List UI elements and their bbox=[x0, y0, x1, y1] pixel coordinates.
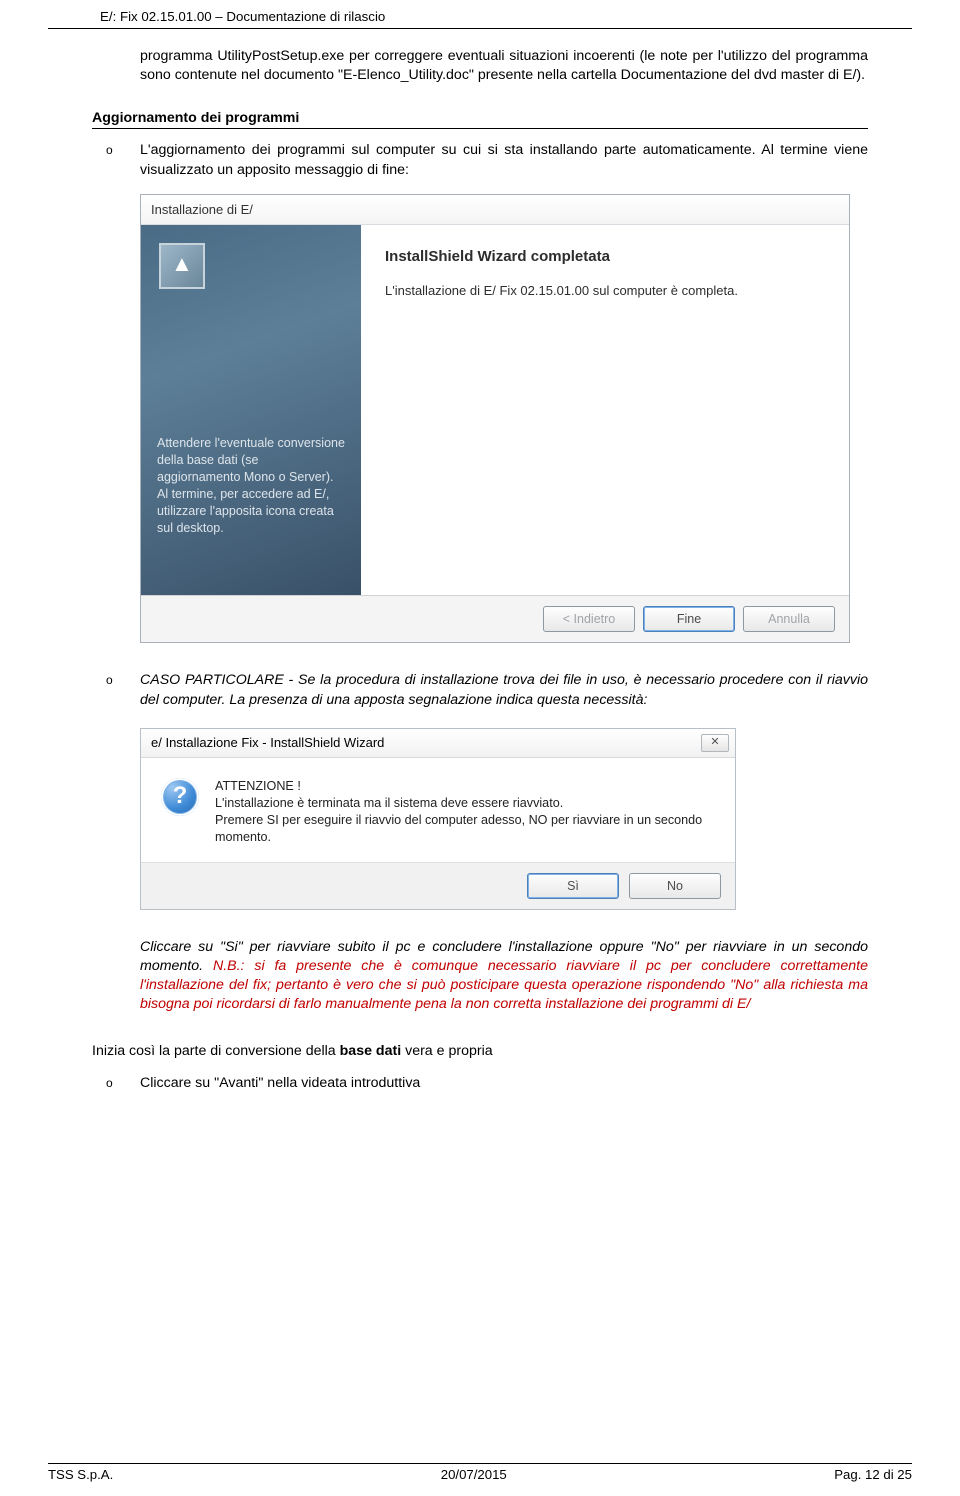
base-dati-paragraph: Inizia così la parte di conversione dell… bbox=[92, 1042, 868, 1061]
bullet-text-1: L'aggiornamento dei programmi sul comput… bbox=[140, 141, 868, 179]
yes-button[interactable]: Sì bbox=[527, 873, 619, 899]
wizard-titlebar: Installazione di E/ bbox=[141, 195, 849, 226]
wizard-title-text: Installazione di E/ bbox=[151, 202, 253, 217]
footer-center: 20/07/2015 bbox=[441, 1466, 507, 1484]
page-footer: TSS S.p.A. 20/07/2015 Pag. 12 di 25 bbox=[48, 1463, 912, 1484]
wizard-banner-message: Attendere l'eventuale conversione della … bbox=[157, 435, 345, 536]
bullet-item-1: o L'aggiornamento dei programmi sul comp… bbox=[106, 141, 868, 179]
wizard-message: L'installazione di E/ Fix 02.15.01.00 su… bbox=[385, 282, 821, 300]
close-icon[interactable]: ✕ bbox=[701, 734, 729, 752]
bullet-item-2: o CASO PARTICOLARE - Se la procedura di … bbox=[106, 671, 868, 709]
base-dati-bold: base dati bbox=[340, 1043, 402, 1059]
header-title: E/: Fix 02.15.01.00 – Documentazione di … bbox=[100, 9, 385, 24]
dialog-line3: Premere SI per eseguire il riavvio del c… bbox=[215, 812, 715, 846]
page-header: E/: Fix 02.15.01.00 – Documentazione di … bbox=[48, 0, 912, 29]
dialog-body: ? ATTENZIONE ! L'installazione è termina… bbox=[141, 758, 735, 862]
page-content: programma UtilityPostSetup.exe per corre… bbox=[0, 29, 960, 1093]
after-dialog-paragraph: Cliccare su "Si" per riavviare subito il… bbox=[140, 938, 868, 1015]
dialog-line2: L'installazione è terminata ma il sistem… bbox=[215, 795, 715, 812]
question-icon: ? bbox=[161, 778, 199, 816]
section-heading: Aggiornamento dei programmi bbox=[92, 109, 868, 129]
no-button[interactable]: No bbox=[629, 873, 721, 899]
after-dialog-red: N.B.: si fa presente che è comunque nece… bbox=[140, 958, 868, 1012]
wizard-heading: InstallShield Wizard completata bbox=[385, 247, 821, 267]
intro-paragraph: programma UtilityPostSetup.exe per corre… bbox=[140, 47, 868, 85]
back-button[interactable]: < Indietro bbox=[543, 606, 635, 632]
base-dati-post: vera e propria bbox=[401, 1043, 492, 1059]
installshield-logo-icon bbox=[159, 243, 205, 289]
bullet-text-2: CASO PARTICOLARE - Se la procedura di in… bbox=[140, 671, 868, 709]
base-dati-pre: Inizia così la parte di conversione dell… bbox=[92, 1043, 340, 1059]
dialog-line1: ATTENZIONE ! bbox=[215, 778, 715, 795]
dialog-title-text: e/ Installazione Fix - InstallShield Wiz… bbox=[151, 734, 384, 752]
wizard-body: Attendere l'eventuale conversione della … bbox=[141, 225, 849, 595]
bullet-marker: o bbox=[106, 671, 140, 709]
footer-right: Pag. 12 di 25 bbox=[834, 1466, 912, 1484]
bullet-text-3: Cliccare su "Avanti" nella videata intro… bbox=[140, 1074, 868, 1093]
bullet-marker: o bbox=[106, 1074, 140, 1093]
bullet-marker: o bbox=[106, 141, 140, 179]
finish-button[interactable]: Fine bbox=[643, 606, 735, 632]
wizard-button-bar: < Indietro Fine Annulla bbox=[141, 595, 849, 642]
wizard-right-panel: InstallShield Wizard completata L'instal… bbox=[361, 225, 849, 595]
restart-dialog-window: e/ Installazione Fix - InstallShield Wiz… bbox=[140, 728, 736, 910]
dialog-titlebar: e/ Installazione Fix - InstallShield Wiz… bbox=[141, 729, 735, 758]
dialog-button-bar: Sì No bbox=[141, 862, 735, 909]
footer-left: TSS S.p.A. bbox=[48, 1466, 113, 1484]
bullet-item-3: o Cliccare su "Avanti" nella videata int… bbox=[106, 1074, 868, 1093]
dialog-text: ATTENZIONE ! L'installazione è terminata… bbox=[215, 778, 715, 846]
cancel-button[interactable]: Annulla bbox=[743, 606, 835, 632]
installshield-wizard-window: Installazione di E/ Attendere l'eventual… bbox=[140, 194, 850, 644]
wizard-banner: Attendere l'eventuale conversione della … bbox=[141, 225, 361, 595]
